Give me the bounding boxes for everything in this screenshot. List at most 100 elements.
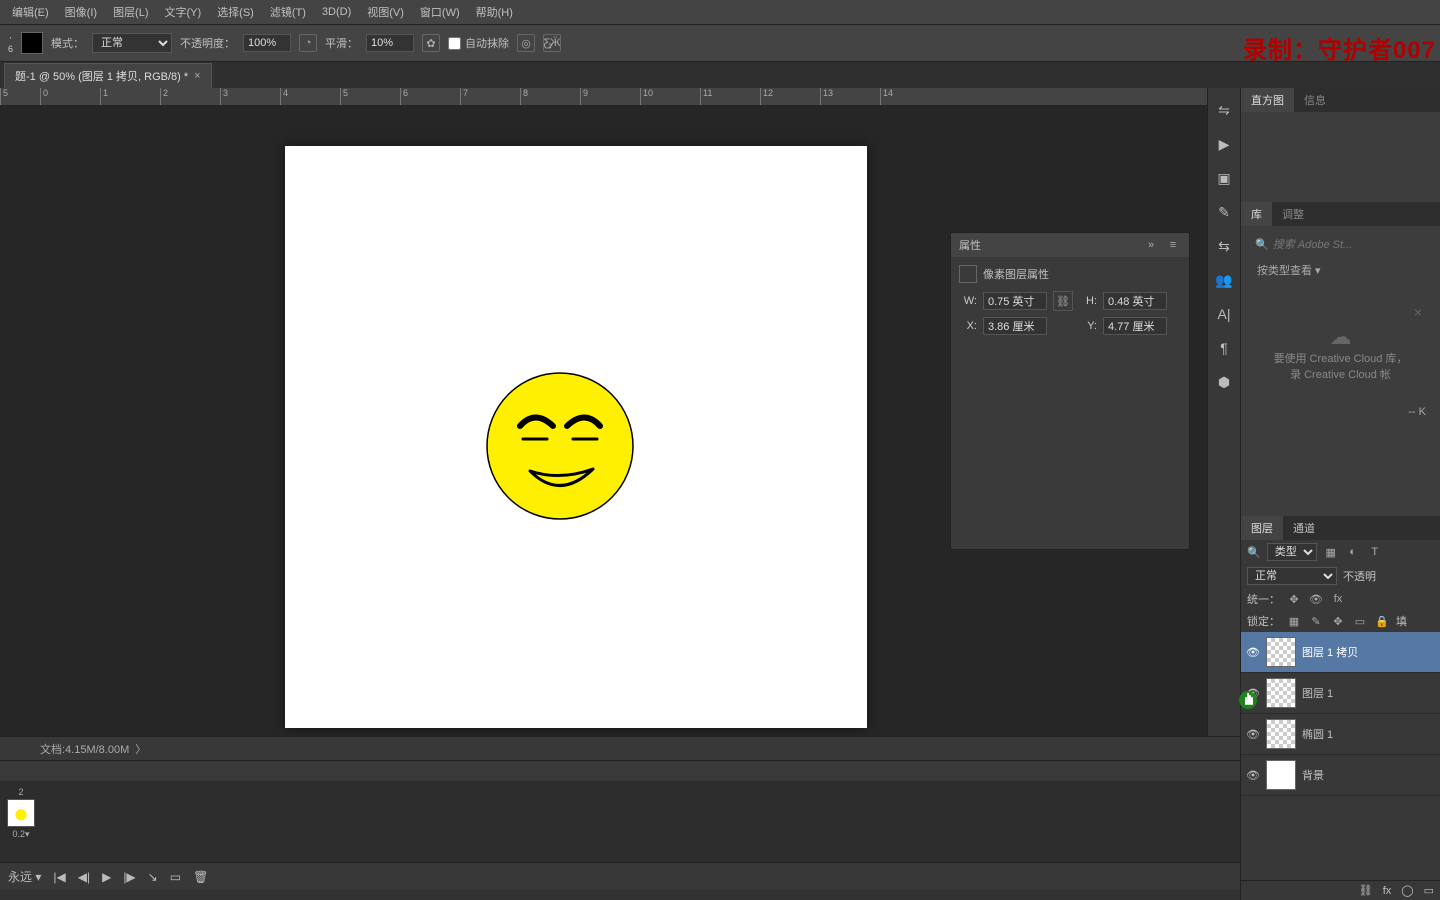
delete-frame-icon[interactable]: 🗑 bbox=[193, 870, 208, 884]
layer-name: 图层 1 bbox=[1302, 685, 1333, 701]
unify-visibility-icon[interactable]: 👁 bbox=[1308, 591, 1324, 607]
cc-message-2: 录 Creative Cloud 帐 bbox=[1259, 366, 1422, 382]
library-view-dropdown[interactable]: 按类型查看 ▾ bbox=[1249, 256, 1432, 284]
tab-histogram[interactable]: 直方图 bbox=[1241, 88, 1294, 112]
auto-erase-checkbox[interactable]: 自动抹除 bbox=[448, 35, 509, 51]
opacity-input[interactable] bbox=[243, 34, 291, 52]
document-tab[interactable]: 题-1 @ 50% (图层 1 拷贝, RGB/8) * × bbox=[4, 63, 212, 88]
properties-subtitle: 像素图层属性 bbox=[983, 266, 1049, 282]
target-icon[interactable]: ◎ bbox=[517, 34, 535, 52]
menu-view[interactable]: 视图(V) bbox=[361, 2, 410, 22]
play-icon[interactable]: ▶ bbox=[102, 870, 111, 884]
mask-icon[interactable]: ◯ bbox=[1401, 884, 1413, 897]
brush-swatch[interactable] bbox=[21, 32, 43, 54]
fx-icon[interactable]: fx bbox=[1383, 885, 1392, 897]
menu-edit[interactable]: 编辑(E) bbox=[6, 2, 55, 22]
menu-3d[interactable]: 3D(D) bbox=[316, 4, 357, 20]
flow-label: 平滑： bbox=[325, 35, 358, 51]
swatches-icon[interactable]: ⇆ bbox=[1214, 236, 1234, 256]
lock-move-icon[interactable]: ✥ bbox=[1330, 613, 1346, 629]
tab-adjustments[interactable]: 调整 bbox=[1272, 202, 1314, 226]
close-x-icon[interactable]: × bbox=[1414, 304, 1422, 320]
layer-filter-select[interactable]: 类型 bbox=[1267, 543, 1317, 561]
menu-filter[interactable]: 滤镜(T) bbox=[264, 2, 312, 22]
brush-icon[interactable]: ✎ bbox=[1214, 202, 1234, 222]
tab-layers[interactable]: 图层 bbox=[1241, 516, 1283, 540]
x-input[interactable] bbox=[983, 317, 1047, 335]
y-input[interactable] bbox=[1103, 317, 1167, 335]
folder-icon[interactable]: ▭ bbox=[1424, 884, 1434, 897]
tab-channels[interactable]: 通道 bbox=[1283, 516, 1325, 540]
menu-window[interactable]: 窗口(W) bbox=[414, 2, 466, 22]
document-tab-title: 题-1 @ 50% (图层 1 拷贝, RGB/8) * bbox=[15, 68, 188, 84]
library-search[interactable]: 🔍 搜索 Adobe St... bbox=[1249, 232, 1432, 256]
height-input[interactable] bbox=[1103, 292, 1167, 310]
collapse-icon[interactable]: » bbox=[1143, 237, 1159, 253]
canvas[interactable] bbox=[285, 146, 867, 728]
lock-trans-icon[interactable]: ▦ bbox=[1286, 613, 1302, 629]
pixel-layer-icon bbox=[959, 265, 977, 283]
layer-thumb bbox=[1266, 637, 1296, 667]
history-icon[interactable]: ⇋ bbox=[1214, 100, 1234, 120]
menu-layer[interactable]: 图层(L) bbox=[107, 2, 154, 22]
filter-adjust-icon[interactable]: ◐ bbox=[1345, 544, 1361, 560]
visibility-eye-icon[interactable]: 👁 bbox=[1246, 768, 1260, 782]
butterfly-icon[interactable]: Ƹ̵̡Ӝ bbox=[543, 34, 561, 52]
cloud-icon: ☁ bbox=[1259, 324, 1422, 350]
people-icon[interactable]: 👥 bbox=[1214, 270, 1234, 290]
visibility-eye-icon[interactable]: 👁 bbox=[1246, 645, 1260, 659]
tab-library[interactable]: 库 bbox=[1241, 202, 1272, 226]
menu-help[interactable]: 帮助(H) bbox=[470, 2, 519, 22]
layer-row[interactable]: 👁 椭圆 1 bbox=[1241, 714, 1440, 755]
first-frame-icon[interactable]: |◀ bbox=[53, 870, 65, 884]
flow-input[interactable] bbox=[366, 34, 414, 52]
prev-frame-icon[interactable]: ◀| bbox=[78, 870, 90, 884]
panel-group-icon[interactable]: ▣ bbox=[1214, 168, 1234, 188]
loop-dropdown[interactable]: 永远 ▾ bbox=[8, 868, 41, 885]
chevron-right-icon[interactable]: 〉 bbox=[135, 741, 146, 757]
lock-label: 锁定： bbox=[1247, 613, 1280, 629]
play-icon[interactable]: ▶ bbox=[1214, 134, 1234, 154]
y-label: Y: bbox=[1079, 320, 1097, 332]
link-wh-icon[interactable]: ⛓ bbox=[1053, 291, 1073, 311]
properties-panel-title: 属性 bbox=[959, 237, 981, 253]
unify-position-icon[interactable]: ✥ bbox=[1286, 591, 1302, 607]
menu-type[interactable]: 文字(Y) bbox=[159, 2, 208, 22]
cc-message-1: 要使用 Creative Cloud 库， bbox=[1259, 350, 1422, 366]
menu-image[interactable]: 图像(I) bbox=[59, 2, 103, 22]
cube-icon[interactable]: ⬢ bbox=[1214, 372, 1234, 392]
tween-icon[interactable]: ↘ bbox=[148, 870, 158, 884]
filter-text-icon[interactable]: T bbox=[1367, 544, 1383, 560]
layer-row[interactable]: 👁 背景 bbox=[1241, 755, 1440, 796]
paragraph-icon[interactable]: ¶ bbox=[1214, 338, 1234, 358]
brush-preset-icon[interactable]: ·6 bbox=[8, 32, 13, 54]
visibility-eye-icon[interactable]: 👁 bbox=[1246, 727, 1260, 741]
next-frame-icon[interactable]: |▶ bbox=[123, 870, 135, 884]
link-layers-icon[interactable]: ⛓ bbox=[1359, 884, 1373, 897]
blend-mode-select[interactable]: 正常 bbox=[92, 33, 172, 53]
pressure-opacity-icon[interactable]: ◔ bbox=[299, 34, 317, 52]
opacity-label: 不透明度： bbox=[180, 35, 235, 51]
frame-delay[interactable]: 0.2▾ bbox=[12, 829, 29, 840]
unify-style-icon[interactable]: fx bbox=[1330, 591, 1346, 607]
width-input[interactable] bbox=[983, 292, 1047, 310]
layer-row[interactable]: 👁 图层 1 拷贝 bbox=[1241, 632, 1440, 673]
tab-info[interactable]: 信息 bbox=[1294, 88, 1336, 112]
menu-select[interactable]: 选择(S) bbox=[211, 2, 260, 22]
timeline-frame[interactable]: 2 0.2▾ bbox=[6, 787, 36, 840]
width-label: W: bbox=[959, 295, 977, 307]
layer-list: 👁 图层 1 拷贝 👁 图层 1 👁 椭圆 1 👁 背景 bbox=[1241, 632, 1440, 880]
layer-blend-select[interactable]: 正常 bbox=[1247, 567, 1337, 585]
filter-image-icon[interactable]: ▦ bbox=[1323, 544, 1339, 560]
lock-paint-icon[interactable]: ✎ bbox=[1308, 613, 1324, 629]
close-icon[interactable]: × bbox=[194, 70, 200, 82]
type-icon[interactable]: A| bbox=[1214, 304, 1234, 324]
panel-menu-icon[interactable]: ≡ bbox=[1165, 237, 1181, 253]
visibility-eye-icon[interactable]: 👁 bbox=[1246, 686, 1260, 700]
smoothing-gear-icon[interactable]: ✿ bbox=[422, 34, 440, 52]
layer-row[interactable]: 👁 图层 1 bbox=[1241, 673, 1440, 714]
frame-number: 2 bbox=[18, 787, 23, 797]
lock-all-icon[interactable]: 🔒 bbox=[1374, 613, 1390, 629]
new-frame-icon[interactable]: ▭ bbox=[170, 870, 181, 884]
lock-artboard-icon[interactable]: ▭ bbox=[1352, 613, 1368, 629]
